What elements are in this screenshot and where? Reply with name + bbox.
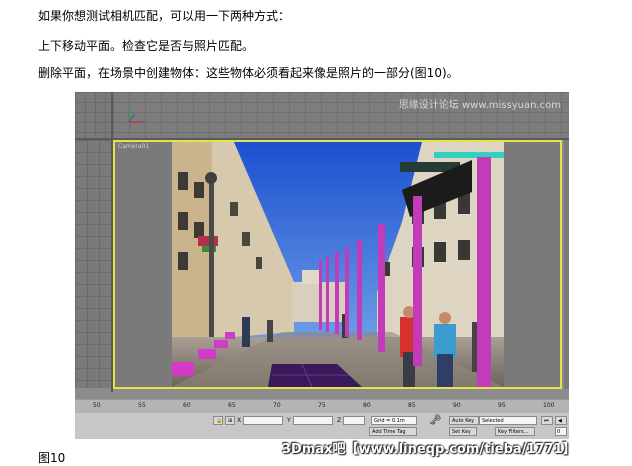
timeline-tick-label: 95 (498, 402, 506, 409)
add-time-tag-button[interactable]: Add Time Tag (369, 427, 417, 436)
status-bar: 🔒 ⊞ X Y Z Grid = 0.1m 🗝 Auto Key Selecte… (75, 413, 569, 439)
key-filters-button[interactable]: Key Filters... (495, 427, 535, 436)
current-frame-field[interactable]: 0 (555, 427, 567, 436)
selection-set-dropdown[interactable]: Selected (479, 416, 537, 425)
key-icon[interactable]: 🗝 (429, 415, 442, 426)
top-watermark: 思缘设计论坛 www.missyuan.com (398, 100, 561, 111)
grid-size-display: Grid = 0.1m (371, 416, 417, 425)
instruction-line-1: 如果你想测试相机匹配，可以用一下两种方式： (38, 9, 291, 23)
right-viewport[interactable] (564, 140, 569, 389)
go-to-start-icon[interactable]: ⏮ (541, 416, 553, 425)
timeline-tick-label: 60 (183, 402, 191, 409)
absolute-mode-icon[interactable]: ⊞ (225, 416, 235, 425)
timeline-tick-label: 55 (138, 402, 146, 409)
lock-selection-icon[interactable]: 🔒 (213, 416, 223, 425)
auto-key-button[interactable]: Auto Key (449, 416, 479, 425)
timeline-ruler[interactable]: 50 55 60 65 70 75 80 85 90 95 100 (75, 399, 569, 413)
left-viewport[interactable] (75, 140, 111, 388)
timeline-tick-label: 90 (453, 402, 461, 409)
timeline-tick-label: 70 (273, 402, 281, 409)
x-label: X (237, 417, 242, 424)
y-label: Y (287, 417, 291, 424)
timeline-tick-label: 65 (228, 402, 236, 409)
timeline-tick-label: 85 (408, 402, 416, 409)
timeline-tick-label: 80 (363, 402, 371, 409)
y-coordinate-field[interactable] (293, 416, 333, 425)
camera-viewport[interactable]: Camera01 (113, 140, 562, 389)
camera-viewport-label[interactable]: Camera01 (118, 143, 149, 150)
street-scene (172, 142, 504, 387)
z-coordinate-field[interactable] (343, 416, 365, 425)
axis-gizmo-icon (128, 106, 145, 123)
max-screenshot: 思缘设计论坛 www.missyuan.com Camera01 50 55 6… (75, 92, 569, 439)
previous-frame-icon[interactable]: ◀ (555, 416, 567, 425)
timeline-tick-label: 75 (318, 402, 326, 409)
x-coordinate-field[interactable] (243, 416, 283, 425)
bottom-watermark: 3Dmax吧【www.lineqp.com/tieba/1771】 (282, 442, 576, 457)
left-top-viewport[interactable] (75, 92, 113, 138)
set-key-button[interactable]: Set Key (449, 427, 477, 436)
z-label: Z (337, 417, 342, 424)
background-photo (172, 142, 504, 387)
instruction-line-3: 删除平面，在场景中创建物体：这些物体必须看起来像是照片的一部分(图10)。 (38, 66, 459, 80)
top-viewport[interactable]: 思缘设计论坛 www.missyuan.com (113, 92, 569, 138)
timeline-tick-label: 100 (543, 402, 555, 409)
figure-caption: 图10 (38, 451, 66, 465)
instruction-line-2: 上下移动平面。检查它是否与照片匹配。 (38, 39, 255, 53)
timeline-tick-label: 50 (93, 402, 101, 409)
